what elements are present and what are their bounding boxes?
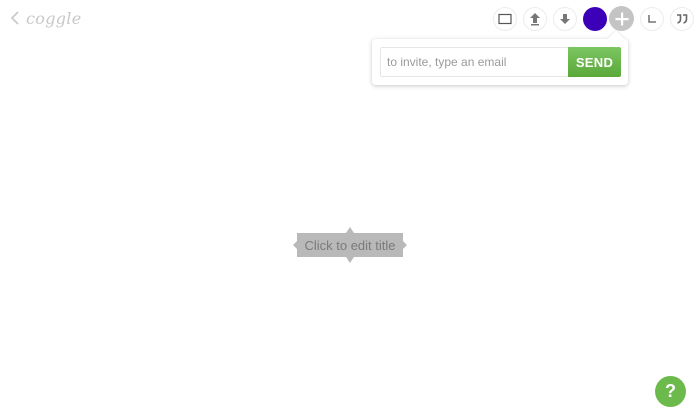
presentation-mode-button[interactable] bbox=[493, 6, 517, 31]
add-collaborator-button[interactable] bbox=[609, 6, 634, 31]
comments-button[interactable] bbox=[670, 6, 694, 31]
upload-icon bbox=[530, 12, 540, 25]
help-button[interactable]: ? bbox=[655, 376, 686, 407]
top-toolbar bbox=[493, 6, 694, 31]
root-node: Click to edit title bbox=[293, 227, 407, 263]
send-invite-button[interactable]: SEND bbox=[568, 47, 621, 77]
corner-button[interactable] bbox=[640, 6, 664, 31]
invite-popover: SEND bbox=[372, 39, 628, 85]
chevron-left-icon bbox=[10, 11, 19, 25]
back-to-home-link[interactable]: coggle bbox=[10, 6, 81, 30]
add-branch-right-handle[interactable] bbox=[403, 241, 407, 249]
mindmap-canvas[interactable]: coggle to invite, type an email SEND Cli… bbox=[0, 0, 700, 412]
upload-button[interactable] bbox=[523, 6, 547, 31]
quote-icon bbox=[677, 13, 688, 24]
presentation-icon bbox=[498, 13, 512, 24]
corner-icon bbox=[648, 14, 656, 23]
user-avatar[interactable] bbox=[583, 6, 607, 31]
download-icon bbox=[560, 13, 570, 24]
add-branch-bottom-handle[interactable] bbox=[346, 257, 354, 263]
download-button[interactable] bbox=[553, 6, 577, 31]
coggle-logo: coggle bbox=[26, 8, 82, 28]
root-node-title[interactable]: Click to edit title bbox=[297, 233, 403, 257]
plus-icon bbox=[615, 12, 628, 25]
invite-email-input[interactable] bbox=[380, 47, 568, 77]
